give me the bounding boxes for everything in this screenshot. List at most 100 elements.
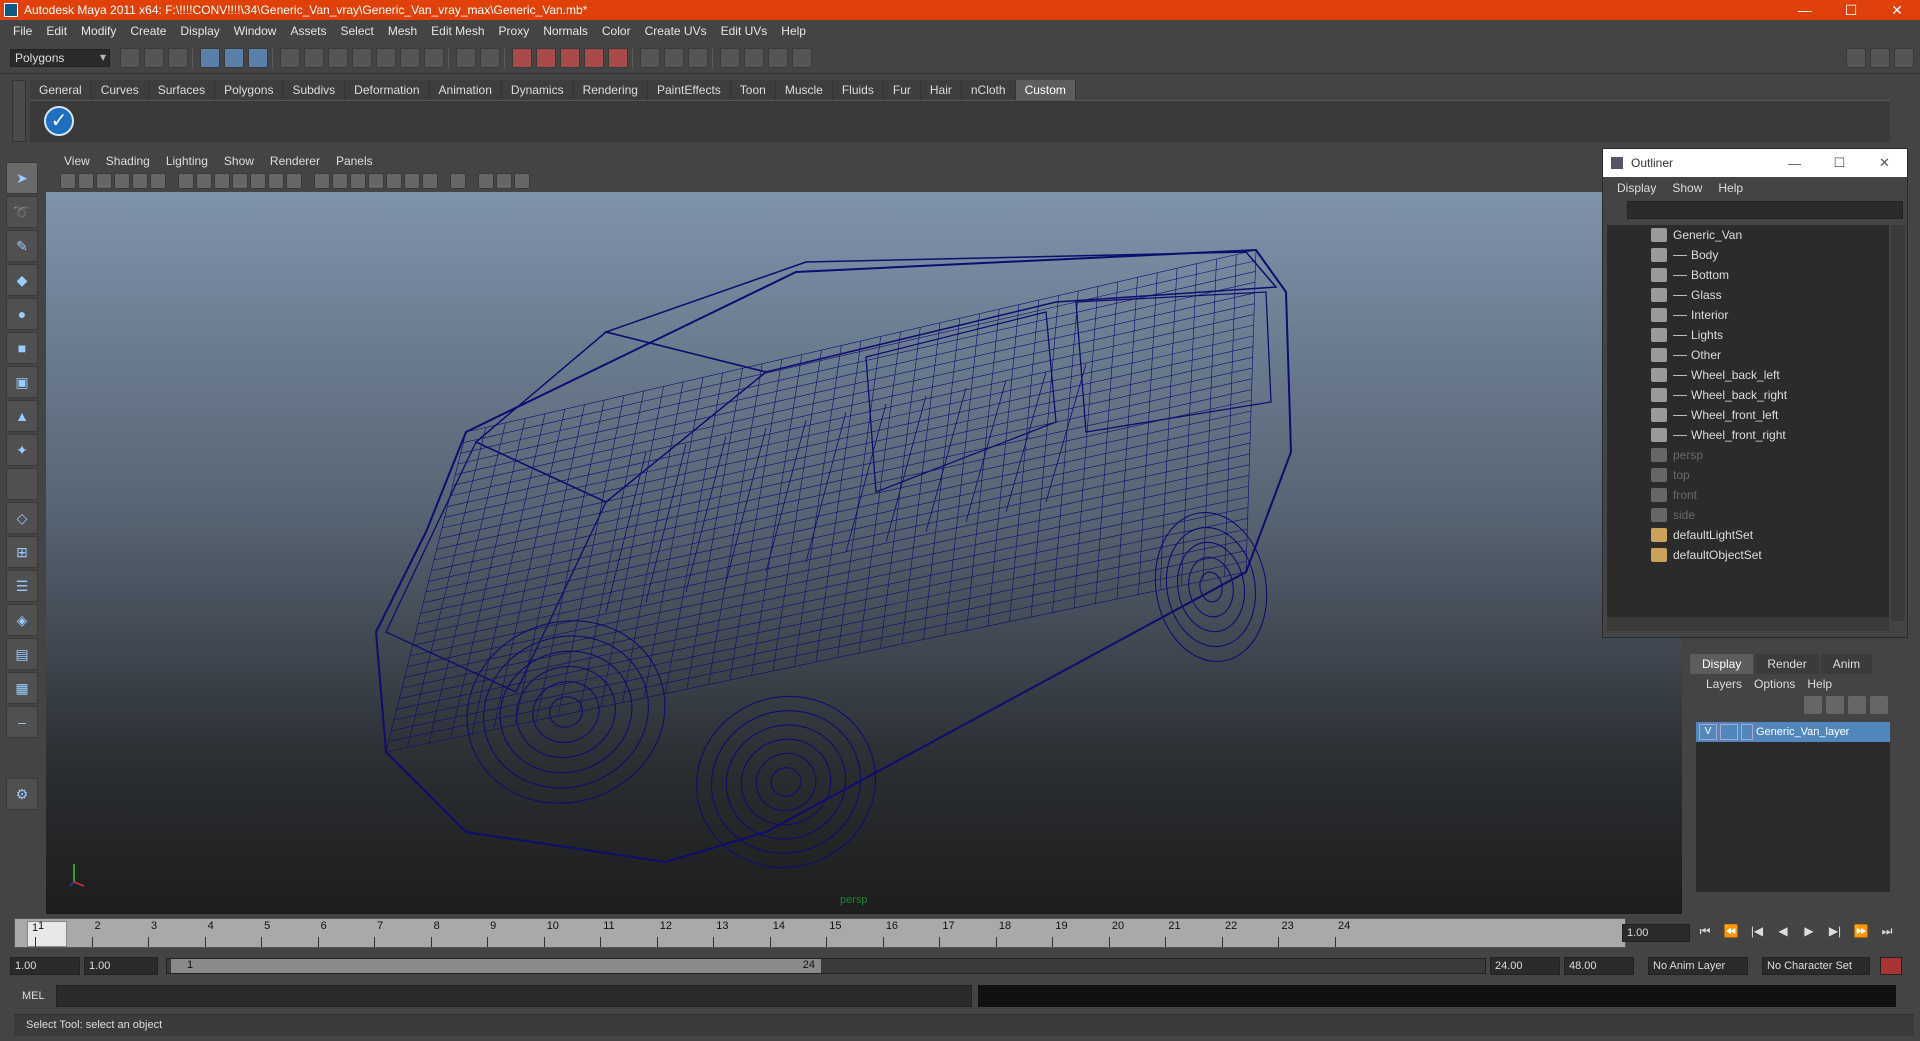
move-tool-icon[interactable]: ◆ [6,264,38,296]
viewport-menu-show[interactable]: Show [216,154,262,168]
shelf-tab-hair[interactable]: Hair [920,80,962,100]
shelf-tab-rendering[interactable]: Rendering [573,80,648,100]
hypergraph-icon[interactable] [792,47,812,68]
shelf-tab-muscle[interactable]: Muscle [775,80,833,100]
input-ops-icon[interactable] [456,47,476,68]
shelf-tab-animation[interactable]: Animation [429,80,502,100]
render-settings-icon[interactable] [560,47,580,68]
move-layer-up-icon[interactable] [1804,696,1822,714]
isolate-select-icon[interactable] [450,173,466,189]
select-hierarchy-icon[interactable] [200,47,220,68]
maximize-button[interactable]: ☐ [1828,0,1874,20]
select-component-icon[interactable] [248,47,268,68]
perspective-viewport[interactable]: persp [46,192,1682,914]
new-scene-icon[interactable] [120,47,140,68]
outliner-item[interactable]: Interior [1607,305,1889,325]
layout-persp-icon[interactable] [688,47,708,68]
current-time-marker[interactable]: 1 [27,921,67,947]
xray-icon[interactable] [478,173,494,189]
layer-tab-render[interactable]: Render [1755,654,1819,674]
save-scene-icon[interactable] [168,47,188,68]
layout-persp-outliner-icon[interactable]: ☰ [6,570,38,602]
shelf-menu-grip[interactable] [12,80,26,142]
outliner-item[interactable]: Lights [1607,325,1889,345]
image-plane-icon[interactable] [114,173,130,189]
shelf-tab-painteffects[interactable]: PaintEffects [647,80,731,100]
play-forwards-icon[interactable]: ▶ [1800,924,1818,942]
anim-layer-dropdown[interactable]: No Anim Layer [1648,957,1748,975]
select-object-icon[interactable] [224,47,244,68]
go-to-end-icon[interactable]: ⏭ [1878,924,1896,942]
step-back-key-icon[interactable]: |◀ [1748,924,1766,942]
shelf-tab-deformation[interactable]: Deformation [345,80,430,100]
layer-tab-display[interactable]: Display [1690,654,1754,674]
layer-template-toggle[interactable] [1720,724,1738,740]
step-forward-frame-icon[interactable]: ⏩ [1852,924,1870,942]
menu-file[interactable]: File [6,24,39,38]
attribute-editor-toggle-icon[interactable] [1846,48,1866,68]
outliner-menu-display[interactable]: Display [1609,181,1664,195]
menu-select[interactable]: Select [333,24,380,38]
menu-help[interactable]: Help [774,24,813,38]
playback-start-field[interactable]: 1.00 [84,957,158,975]
layout-persp-graph-icon[interactable]: ◈ [6,604,38,636]
menu-display[interactable]: Display [173,24,226,38]
outliner-item[interactable]: defaultLightSet [1607,525,1889,545]
menu-modify[interactable]: Modify [74,24,123,38]
layout-single-icon[interactable] [640,47,660,68]
menu-mesh[interactable]: Mesh [381,24,424,38]
shelf-tab-subdivs[interactable]: Subdivs [283,80,346,100]
layout-persp-trax-icon[interactable]: ▦ [6,672,38,704]
safe-action-icon[interactable] [268,173,284,189]
textured-icon[interactable] [368,173,384,189]
wireframe-on-shaded-icon[interactable] [350,173,366,189]
trax-icon[interactable] [768,47,788,68]
animation-end-field[interactable]: 48.00 [1564,957,1634,975]
bookmarks-icon[interactable] [96,173,112,189]
wireframe-icon[interactable] [314,173,330,189]
layer-color-swatch[interactable] [1741,724,1753,740]
dope-sheet-icon[interactable] [744,47,764,68]
menu-assets[interactable]: Assets [283,24,333,38]
play-backwards-icon[interactable]: ◀ [1774,924,1792,942]
character-set-dropdown[interactable]: No Character Set [1762,957,1870,975]
layer-visibility-toggle[interactable]: V [1699,724,1717,740]
hq-lighting-icon[interactable] [422,173,438,189]
go-to-start-icon[interactable]: ⏮ [1696,924,1714,942]
grid-icon[interactable] [178,173,194,189]
universal-manipulator-icon[interactable]: ▣ [6,366,38,398]
make-live-icon[interactable] [376,47,396,68]
select-camera-icon[interactable] [60,173,76,189]
menu-proxy[interactable]: Proxy [492,24,537,38]
xray-components-icon[interactable] [514,173,530,189]
menu-create[interactable]: Create [123,24,173,38]
snap-plane-icon[interactable] [352,47,372,68]
layout-two-icon[interactable] [664,47,684,68]
tool-settings-toggle-icon[interactable] [1870,48,1890,68]
last-tool-icon[interactable] [6,468,38,500]
checkmark-icon[interactable]: ✓ [44,106,74,136]
select-tool-icon[interactable]: ➤ [6,162,38,194]
command-language-label[interactable]: MEL [10,990,56,1002]
resolution-gate-icon[interactable] [214,173,230,189]
ipr-render-icon[interactable] [536,47,556,68]
outliner-item[interactable]: Wheel_front_right [1607,425,1889,445]
smooth-shade-icon[interactable] [332,173,348,189]
scale-tool-icon[interactable]: ■ [6,332,38,364]
lasso-tool-icon[interactable]: ➰ [6,196,38,228]
outliner-filter-field[interactable] [1627,201,1903,219]
layout-four-pane-icon[interactable]: ⊞ [6,536,38,568]
menu-set-dropdown[interactable]: Polygons [10,48,110,67]
create-empty-layer-icon[interactable] [1848,696,1866,714]
snap-grid-icon[interactable] [280,47,300,68]
outliner-menu-show[interactable]: Show [1664,181,1710,195]
outliner-item[interactable]: Wheel_back_right [1607,385,1889,405]
viewport-menu-panels[interactable]: Panels [328,154,381,168]
close-button[interactable]: ✕ [1874,0,1920,20]
shelf-tab-general[interactable]: General [30,80,92,100]
command-input[interactable] [56,985,972,1007]
film-gate-icon[interactable] [196,173,212,189]
snap-point-icon[interactable] [328,47,348,68]
layout-single-pane-icon[interactable]: ◇ [6,502,38,534]
menu-window[interactable]: Window [227,24,284,38]
